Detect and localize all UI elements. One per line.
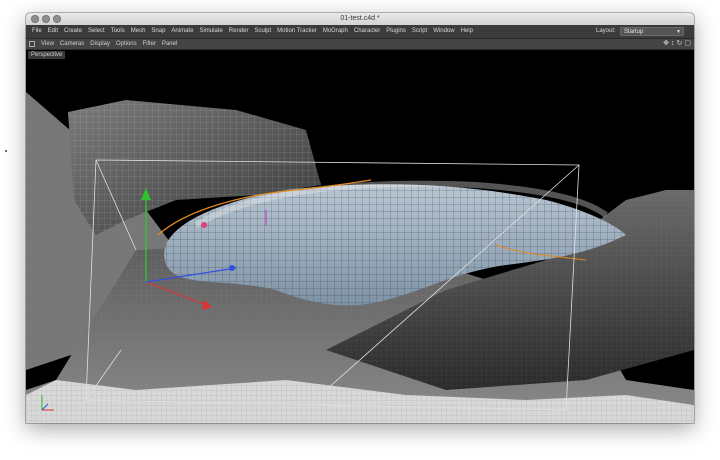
view-menu-display[interactable]: Display [87, 39, 113, 49]
panel-menu-icon[interactable] [29, 41, 35, 47]
view-navigation: ✥ ↕ ↻ ▢ [663, 39, 691, 49]
perspective-viewport[interactable]: Perspective [26, 50, 694, 423]
view-menu-options[interactable]: Options [113, 39, 140, 49]
menu-item-tools[interactable]: Tools [108, 25, 128, 38]
menu-item-create[interactable]: Create [61, 25, 85, 38]
menu-item-window[interactable]: Window [430, 25, 457, 38]
layout-value: Startup [624, 29, 644, 35]
menu-item-render[interactable]: Render [226, 25, 252, 38]
stray-dot [5, 150, 7, 152]
menu-bar: File Edit Create Select Tools Mesh Snap Animate… [26, 25, 694, 39]
menu-item-character[interactable]: Character [351, 25, 383, 38]
menu-item-help[interactable]: Help [458, 25, 476, 38]
menu-item-sculpt[interactable]: Sculpt [251, 25, 274, 38]
window-title: 01-test.c4d * [340, 15, 380, 22]
menu-item-snap[interactable]: Snap [148, 25, 168, 38]
menu-item-script[interactable]: Script [409, 25, 430, 38]
viewport-menu-bar: View Cameras Display Options Filter Panel ✥ ↕… [26, 39, 694, 50]
layout-label: Layout: [596, 28, 616, 34]
menu-item-edit[interactable]: Edit [45, 25, 61, 38]
menu-item-select[interactable]: Select [85, 25, 108, 38]
menu-item-plugins[interactable]: Plugins [383, 25, 409, 38]
menu-item-file[interactable]: File [29, 25, 45, 38]
zoom-view-icon[interactable]: ↕ [671, 39, 675, 49]
toggle-view-icon[interactable]: ▢ [684, 39, 691, 49]
menu-item-simulate[interactable]: Simulate [196, 25, 225, 38]
layout-select[interactable]: Startup ▼ [620, 27, 684, 36]
menu-item-mesh[interactable]: Mesh [128, 25, 149, 38]
view-menu-cameras[interactable]: Cameras [57, 39, 87, 49]
menu-item-motion-tracker[interactable]: Motion Tracker [274, 25, 320, 38]
view-menu-panel[interactable]: Panel [159, 39, 180, 49]
scene-render [26, 50, 694, 423]
c4d-window: 01-test.c4d * File Edit Create Select Tools M… [26, 13, 694, 423]
move-view-icon[interactable]: ✥ [663, 39, 669, 49]
rotate-view-icon[interactable]: ↻ [677, 39, 683, 49]
view-menu-filter[interactable]: Filter [140, 39, 159, 49]
menu-item-mograph[interactable]: MoGraph [320, 25, 351, 38]
viewport-label: Perspective [28, 51, 66, 59]
menu-item-animate[interactable]: Animate [168, 25, 196, 38]
chevron-down-icon: ▼ [676, 29, 681, 35]
view-menu-view[interactable]: View [38, 39, 57, 49]
